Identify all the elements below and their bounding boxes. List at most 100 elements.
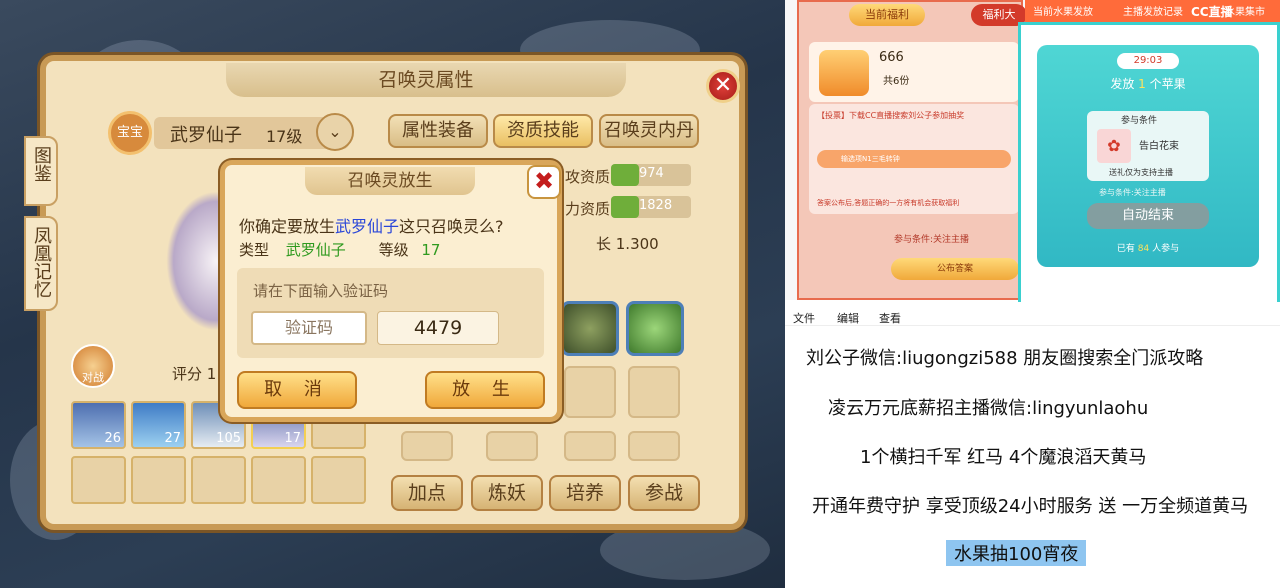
stat-label-1: 攻资质 [565,168,611,186]
menu-view[interactable]: 查看 [879,310,901,326]
fruit-header: 当前水果发放 主播发放记录 水果集市 CC直播 [1025,0,1280,22]
countdown-timer: 29:03 [1117,53,1179,69]
dispatch-text: 发放 1 个苹果 [1037,75,1259,92]
captcha-input[interactable]: 验证码 [251,311,367,345]
battle-button[interactable]: 参战 [628,475,700,511]
skill-slot[interactable] [401,431,453,461]
pet-slot[interactable]: 27 [131,401,186,449]
tab-attr-equip[interactable]: 属性装备 [388,114,488,148]
notepad-menubar: 文件 编辑 查看 [785,302,1280,326]
captcha-code: 4479 [377,311,499,345]
tab-anchor-record[interactable]: 主播发放记录 [1123,3,1183,18]
pet-info-row: 类型 武罗仙子 等级 17 [239,239,440,260]
dispatch-post: 个苹果 [1149,77,1186,91]
cc-logo: CC直播 [1191,5,1233,19]
joined-pre: 已有 [1116,244,1135,254]
notepad-line: 凌云万元底薪招主播微信:lingyunlaohu [828,398,1149,419]
captcha-hint: 请在下面输入验证码 [253,282,389,300]
notepad-line-selected: 水果抽100宵夜 [946,540,1087,566]
close-dialog-button[interactable]: ✖ [527,165,561,199]
skill-slot[interactable] [486,431,538,461]
pet-slot-empty[interactable] [131,456,186,504]
gift-name: 告白花束 [1139,141,1179,152]
cancel-button[interactable]: 取 消 [237,371,357,409]
close-panel-button[interactable]: ✕ [706,69,740,103]
condition-card: 参与条件 ✿ 告白花束 送礼仅为支持主播 [1087,111,1209,181]
release-dialog: 召唤灵放生 ✖ 你确定要放生武罗仙子这只召唤灵么? 类型 武罗仙子 等级 17 … [220,160,562,422]
stat-value-2: 1828 [639,198,673,213]
prompt-post: 这只召唤灵么? [399,217,504,236]
pet-slot[interactable]: 26 [71,401,126,449]
pet-slot-level: 105 [216,431,241,446]
skill-icon[interactable] [626,301,684,356]
skill-icon[interactable] [561,301,619,356]
joined-post: 人参与 [1152,244,1180,254]
fruit-card: 29:03 发放 1 个苹果 参与条件 ✿ 告白花束 送礼仅为支持主播 参与条件… [1037,45,1259,267]
dispatch-pre: 发放 [1110,77,1135,91]
joined-text: 已有 84 人参与 [1037,241,1259,254]
vote-card: 【投票】下载CC直播搜索刘公子参加抽奖 输选项N1三毛转钟 答案公布后,答题正确… [809,104,1019,214]
dispatch-num: 1 [1138,77,1146,91]
participate-cond: 参与条件:关注主播 [894,235,970,245]
skill-slot[interactable] [628,431,680,461]
release-button[interactable]: 放 生 [425,371,545,409]
notepad-line: 刘公子微信:liugongzi588 朋友圈搜索全门派攻略 [806,348,1204,369]
fruit-panel: 29:03 发放 1 个苹果 参与条件 ✿ 告白花束 送礼仅为支持主播 参与条件… [1018,22,1280,318]
vote-notice: 【投票】下载CC直播搜索刘公子参加抽奖 [817,111,965,120]
level-value: 17 [421,241,441,259]
type-label: 类型 [239,241,270,259]
stat-bar-2: 1828 [611,196,691,218]
flower-icon: ✿ [1097,129,1131,163]
pet-slot-level: 17 [284,431,301,446]
gift-box-icon [819,50,869,96]
captcha-box: 请在下面输入验证码 验证码 4479 [237,268,544,358]
side-icon-label: 对战 [82,371,104,384]
panel-title: 召唤灵属性 [226,63,626,97]
answer-input[interactable]: 输选项N1三毛转钟 [817,150,1011,168]
pet-slot-empty[interactable] [311,456,366,504]
skill-slot[interactable] [564,431,616,461]
tab-codex[interactable]: 图鉴 [24,136,58,206]
stat-label-2: 力资质 [565,200,611,218]
stat-bar-1: 974 [611,164,691,186]
menu-file[interactable]: 文件 [793,310,815,326]
tab-phoenix-label: 凤凰记忆 [31,226,52,298]
pet-slot-empty[interactable] [191,456,246,504]
game-scene: 召唤灵属性 ✕ 图鉴 凤凰记忆 宝宝 武罗仙子 17级 ⌄ 属性装备 资质技能 … [0,0,785,588]
skill-slot[interactable] [628,366,680,418]
right-area: 当前福利 福利大 666 共6份 【投票】下载CC直播搜索刘公子参加抽奖 输选项… [785,0,1280,588]
tab-aptitude-skill[interactable]: 资质技能 [493,114,593,148]
pet-name: 武罗仙子 [170,125,242,146]
tab-current-welfare[interactable]: 当前福利 [849,4,925,26]
auto-end-button[interactable]: 自动结束 [1087,203,1209,229]
pet-slot-empty[interactable] [251,456,306,504]
notepad-line: 开通年费守护 享受顶级24小时服务 送 一万全频道黄马 [812,496,1249,517]
level-label: 等级 [378,241,409,259]
refine-button[interactable]: 炼妖 [471,475,543,511]
growth-value: 长 1.300 [596,235,659,253]
chevron-down-icon[interactable]: ⌄ [316,113,354,151]
welfare-panel: 当前福利 福利大 666 共6份 【投票】下载CC直播搜索刘公子参加抽奖 输选项… [797,0,1027,300]
notepad-window: 文件 编辑 查看 刘公子微信:liugongzi588 朋友圈搜索全门派攻略 凌… [785,302,1280,588]
joined-num: 84 [1137,244,1150,254]
gift-total: 共6份 [883,76,910,87]
cond-follow: 参与条件:关注主播 [1099,188,1166,197]
tab-inner-core[interactable]: 召唤灵内丹 [599,114,699,148]
gift-card: 666 共6份 [809,42,1019,102]
answer-rule: 答案公布后,答题正确的一方将有机会获取福利 [817,199,960,207]
prompt-pre: 你确定要放生 [239,217,336,236]
publish-answer-button[interactable]: 公布答案 [891,258,1019,280]
tab-current-fruit[interactable]: 当前水果发放 [1033,3,1093,18]
tab-phoenix-memory[interactable]: 凤凰记忆 [24,216,58,311]
notepad-line: 1个横扫千军 红马 4个魔浪滔天黄马 [860,447,1147,468]
gift-count: 666 [879,50,904,65]
pet-slot-level: 26 [104,431,121,446]
stream-overlay: 当前福利 福利大 666 共6份 【投票】下载CC直播搜索刘公子参加抽奖 输选项… [785,0,1280,318]
add-points-button[interactable]: 加点 [391,475,463,511]
skill-slot[interactable] [564,366,616,418]
dialog-title: 召唤灵放生 [305,167,475,195]
prompt-pet-name: 武罗仙子 [335,217,400,236]
pet-slot-empty[interactable] [71,456,126,504]
train-button[interactable]: 培养 [549,475,621,511]
menu-edit[interactable]: 编辑 [837,310,859,326]
